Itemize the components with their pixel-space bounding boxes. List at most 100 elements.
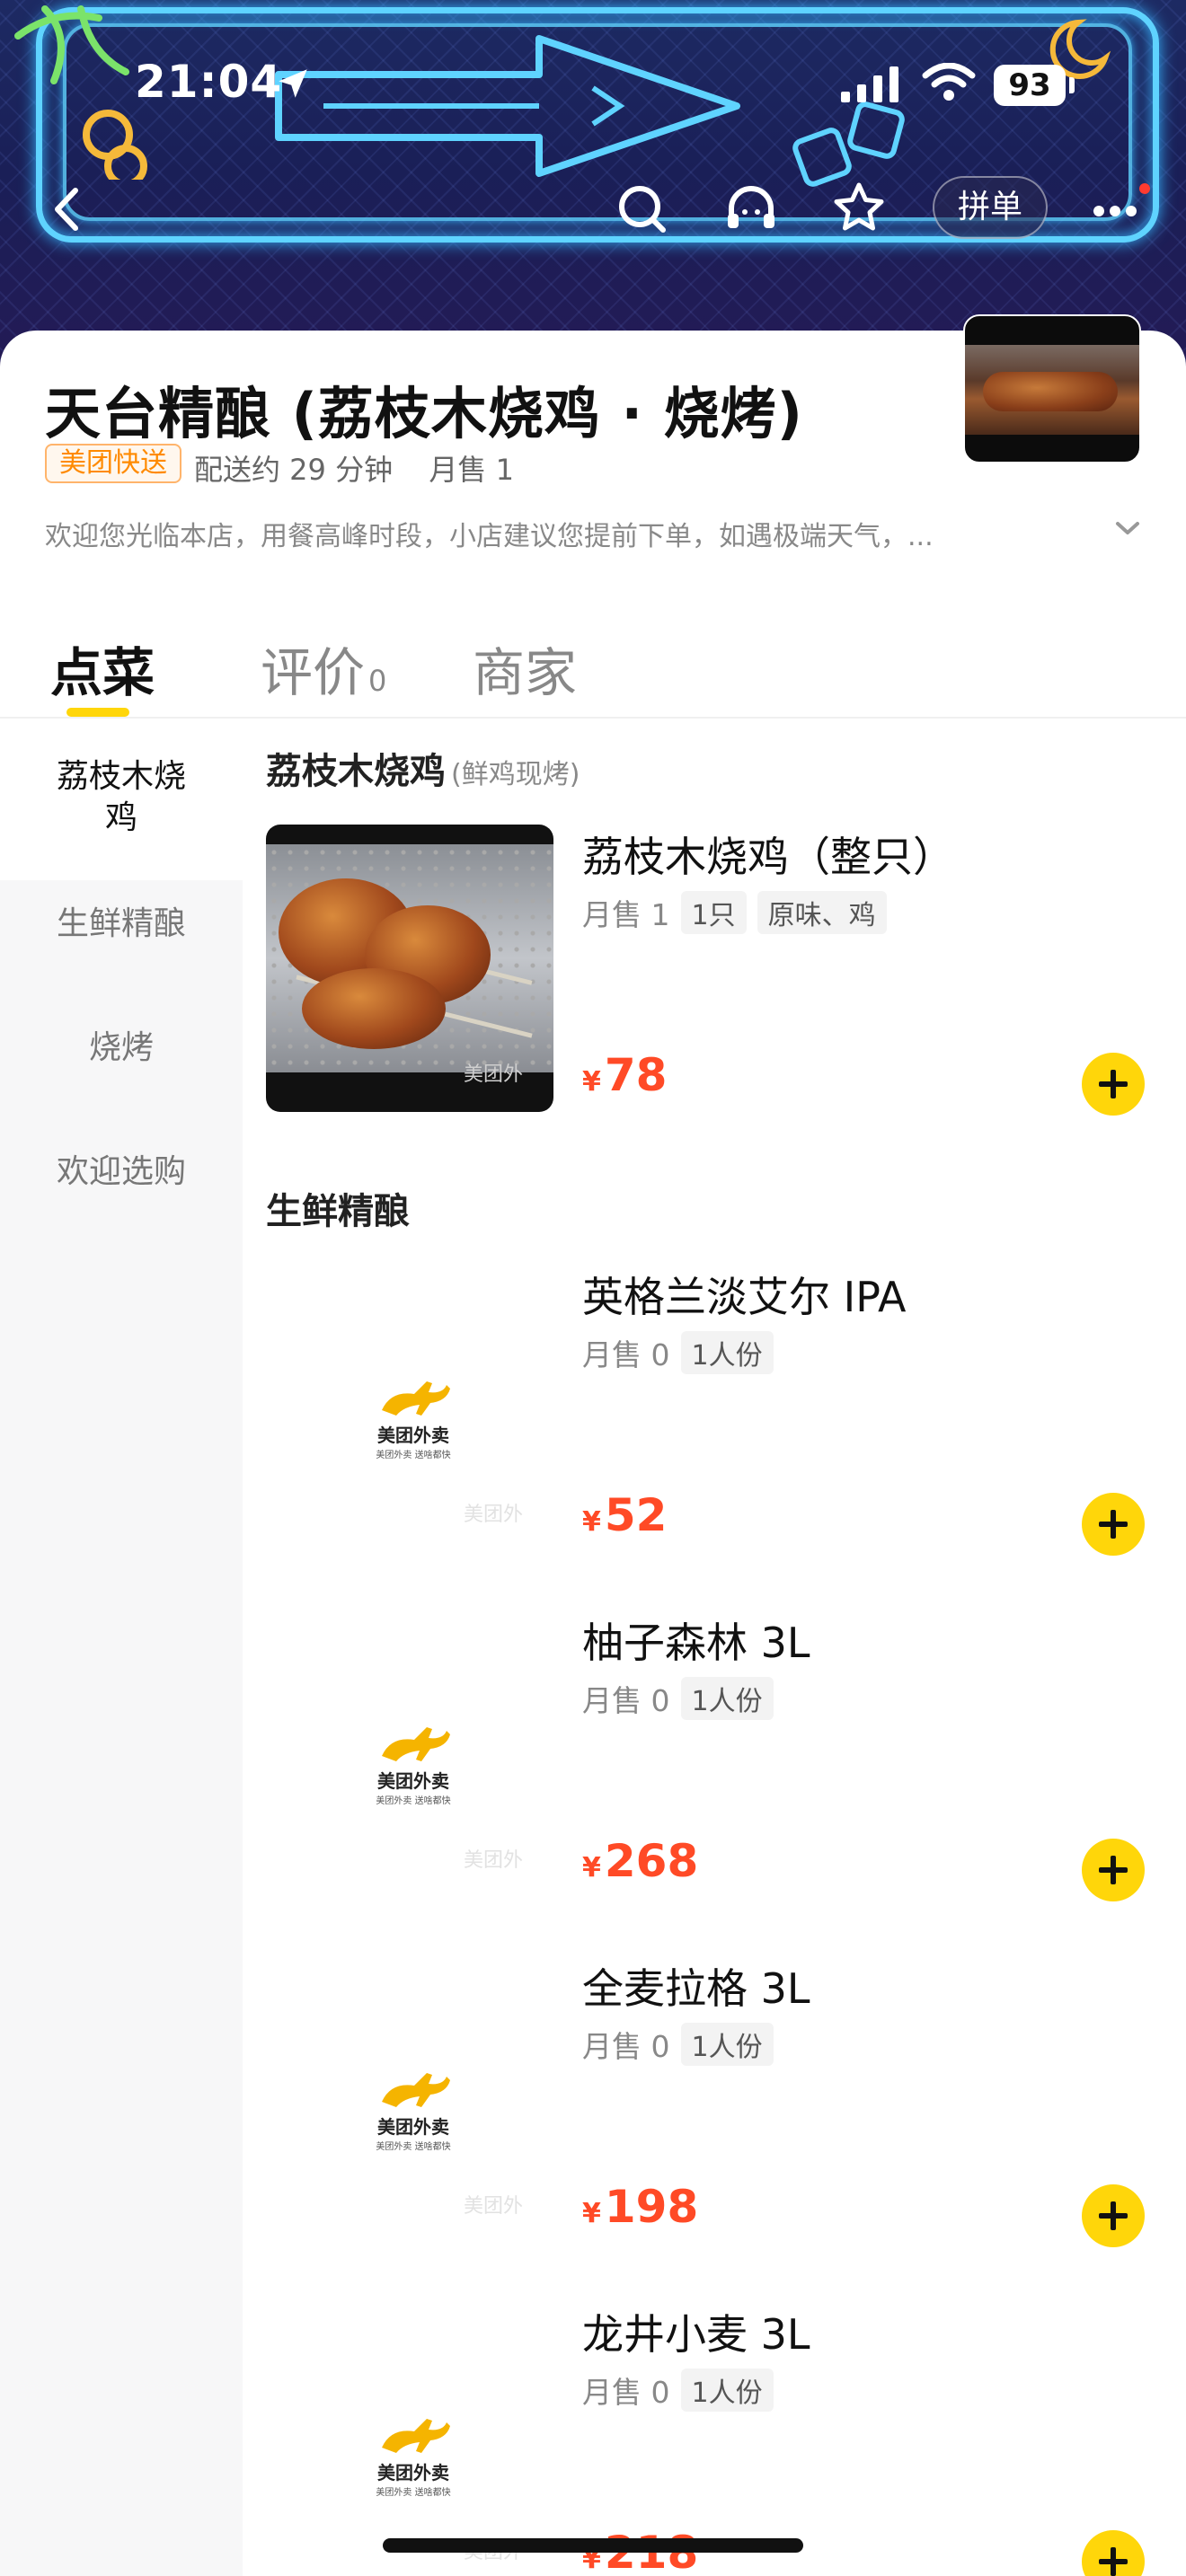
status-time: 21:04 (135, 56, 283, 108)
chevron-down-icon[interactable] (1114, 519, 1141, 537)
item-sales: 月售 1 (582, 897, 670, 932)
item-photo-placeholder[interactable]: 美团外卖 美团外卖 送啥都快 美团外 (266, 1610, 553, 1898)
currency-symbol: ¥ (582, 1506, 601, 1538)
item-sales: 月售 0 (582, 1337, 670, 1372)
tab-merchant[interactable]: 商家 (473, 631, 577, 706)
item-price: ¥268 (582, 1835, 698, 1887)
back-icon[interactable] (50, 185, 83, 234)
item-sales: 月售 0 (582, 2029, 670, 2064)
logo-subtext: 美团外卖 送啥都快 (376, 1796, 451, 1806)
logo-text: 美团外卖 (377, 1425, 449, 1446)
item-photo-placeholder[interactable]: 美团外卖 美团外卖 送啥都快 美团外 (266, 2302, 553, 2576)
item-tag: 1人份 (680, 1677, 774, 1720)
add-to-cart-button[interactable] (1082, 1493, 1145, 1556)
item-meta: 月售 1 1只 原味、鸡 (582, 891, 887, 934)
kangaroo-logo-icon (382, 1727, 450, 1761)
store-meta: 配送约 29 分钟 月售 1 (194, 447, 514, 489)
delivery-time: 配送约 29 分钟 (194, 453, 394, 487)
home-indicator[interactable] (383, 2538, 803, 2553)
kangaroo-logo-icon (382, 2073, 450, 2107)
neon-arrow-icon (275, 35, 740, 177)
meituan-logo: 美团外卖 美团外卖 送啥都快 (370, 1720, 456, 1806)
item-watermark: 美团外 (464, 2195, 524, 2218)
meituan-logo: 美团外卖 美团外卖 送啥都快 (370, 1374, 456, 1460)
item-photo[interactable]: 美团外 (266, 825, 553, 1112)
sidebar-item-bbq[interactable]: 烧烤 (0, 1028, 243, 1069)
active-tab-indicator (66, 708, 129, 717)
item-tag: 1人份 (680, 2369, 774, 2412)
notification-dot (1139, 183, 1150, 194)
section-subtitle: (鲜鸡现烤) (451, 759, 580, 790)
tab-reviews-count: 0 (368, 664, 387, 698)
logo-text: 美团外卖 (377, 2116, 449, 2138)
store-info-panel: 天台精酿 (荔枝木烧鸡 · 烧烤) 美团快送 配送约 29 分钟 月售 1 欢迎… (0, 314, 1186, 717)
tab-reviews[interactable]: 评价 0 (261, 631, 386, 706)
add-to-cart-button[interactable] (1082, 1053, 1145, 1116)
sidebar-item-craft-beer[interactable]: 生鲜精酿 (0, 904, 243, 945)
item-price: ¥52 (582, 1489, 667, 1541)
tab-reviews-label: 评价 (261, 642, 366, 703)
sidebar-item-lychee-chicken[interactable]: 荔枝木烧 鸡 (0, 719, 243, 880)
price-value: 78 (604, 1049, 668, 1101)
add-to-cart-button[interactable] (1082, 2530, 1145, 2576)
search-icon[interactable] (616, 183, 668, 235)
item-tag: 1人份 (680, 1331, 774, 1374)
group-order-button[interactable]: 拼单 (933, 176, 1048, 239)
menu-item[interactable]: 美团外卖 美团外卖 送啥都快 美团外 全麦拉格 3L 月售 0 1人份 ¥198 (266, 1956, 1186, 2253)
kangaroo-logo-icon (382, 1381, 450, 1416)
menu-item[interactable]: 美团外 荔枝木烧鸡（整只） 月售 1 1只 原味、鸡 ¥78 (266, 825, 1186, 1121)
item-name: 英格兰淡艾尔 IPA (582, 1273, 907, 1321)
roast-chicken (302, 968, 446, 1049)
store-thumbnail-photo (965, 345, 1139, 435)
item-name: 荔枝木烧鸡（整只） (582, 833, 954, 881)
item-name: 龙井小麦 3L (582, 2310, 810, 2359)
item-tag: 1人份 (680, 2023, 774, 2066)
meituan-logo: 美团外卖 美团外卖 送啥都快 (370, 2412, 456, 2498)
logo-text: 美团外卖 (377, 1770, 449, 1792)
store-notice[interactable]: 欢迎您光临本店，用餐高峰时段，小店建议您提前下单，如遇极端天气，... (45, 514, 1051, 553)
currency-symbol: ¥ (582, 1066, 601, 1098)
sidebar-item-welcome[interactable]: 欢迎选购 (0, 1151, 243, 1193)
store-thumbnail[interactable] (963, 314, 1141, 463)
category-sidebar: 荔枝木烧 鸡 生鲜精酿 烧烤 欢迎选购 (0, 719, 243, 2576)
battery-indicator: 93 (994, 65, 1066, 106)
item-price: ¥198 (582, 2181, 698, 2233)
item-name: 柚子森林 3L (582, 1619, 810, 1667)
kangaroo-logo-icon (382, 2419, 450, 2453)
favorite-star-icon[interactable] (832, 181, 886, 234)
item-photo-placeholder[interactable]: 美团外卖 美团外卖 送啥都快 美团外 (266, 1956, 553, 2244)
customer-service-icon[interactable] (724, 183, 778, 235)
store-name: 天台精酿 (荔枝木烧鸡 · 烧烤) (45, 381, 803, 446)
currency-symbol: ¥ (582, 2198, 601, 2229)
price-value: 268 (604, 1835, 699, 1887)
item-watermark: 美团外 (464, 1504, 524, 1526)
item-watermark: 美团外 (464, 1849, 524, 1872)
logo-text: 美团外卖 (377, 2462, 449, 2483)
add-to-cart-button[interactable] (1082, 1839, 1145, 1901)
section-title-text: 荔枝木烧鸡 (266, 751, 446, 792)
menu-item[interactable]: 美团外卖 美团外卖 送啥都快 美团外 龙井小麦 3L 月售 0 1人份 ¥218 (266, 2302, 1186, 2576)
item-sales: 月售 0 (582, 2375, 670, 2410)
currency-symbol: ¥ (582, 1852, 601, 1883)
menu-item[interactable]: 美团外卖 美团外卖 送啥都快 美团外 柚子森林 3L 月售 0 1人份 ¥268 (266, 1610, 1186, 1907)
more-options-icon[interactable] (1093, 205, 1137, 217)
item-tag: 1只 (680, 891, 747, 934)
tab-order[interactable]: 点菜 (50, 631, 155, 706)
battery-cap (1069, 77, 1075, 93)
logo-subtext: 美团外卖 送啥都快 (376, 2488, 451, 2498)
section-title: 生鲜精酿 (266, 1182, 410, 1234)
item-sales: 月售 0 (582, 1683, 670, 1718)
logo-subtext: 美团外卖 送啥都快 (376, 2142, 451, 2152)
item-meta: 月售 0 1人份 (582, 2369, 774, 2412)
item-photo-placeholder[interactable]: 美团外卖 美团外卖 送啥都快 美团外 (266, 1265, 553, 1552)
section-title: 荔枝木烧鸡 (鲜鸡现烤) (266, 742, 580, 794)
sidebar-item-label-line2: 鸡 (104, 799, 137, 836)
add-to-cart-button[interactable] (1082, 2184, 1145, 2247)
sidebar-item-label: 荔枝木烧 (56, 758, 186, 795)
item-meta: 月售 0 1人份 (582, 2023, 774, 2066)
item-price: ¥78 (582, 1049, 667, 1101)
menu-item[interactable]: 美团外卖 美团外卖 送啥都快 美团外 英格兰淡艾尔 IPA 月售 0 1人份 ¥… (266, 1265, 1186, 1561)
cellular-signal-icon (841, 66, 898, 102)
item-meta: 月售 0 1人份 (582, 1677, 774, 1720)
price-value: 52 (604, 1489, 668, 1541)
